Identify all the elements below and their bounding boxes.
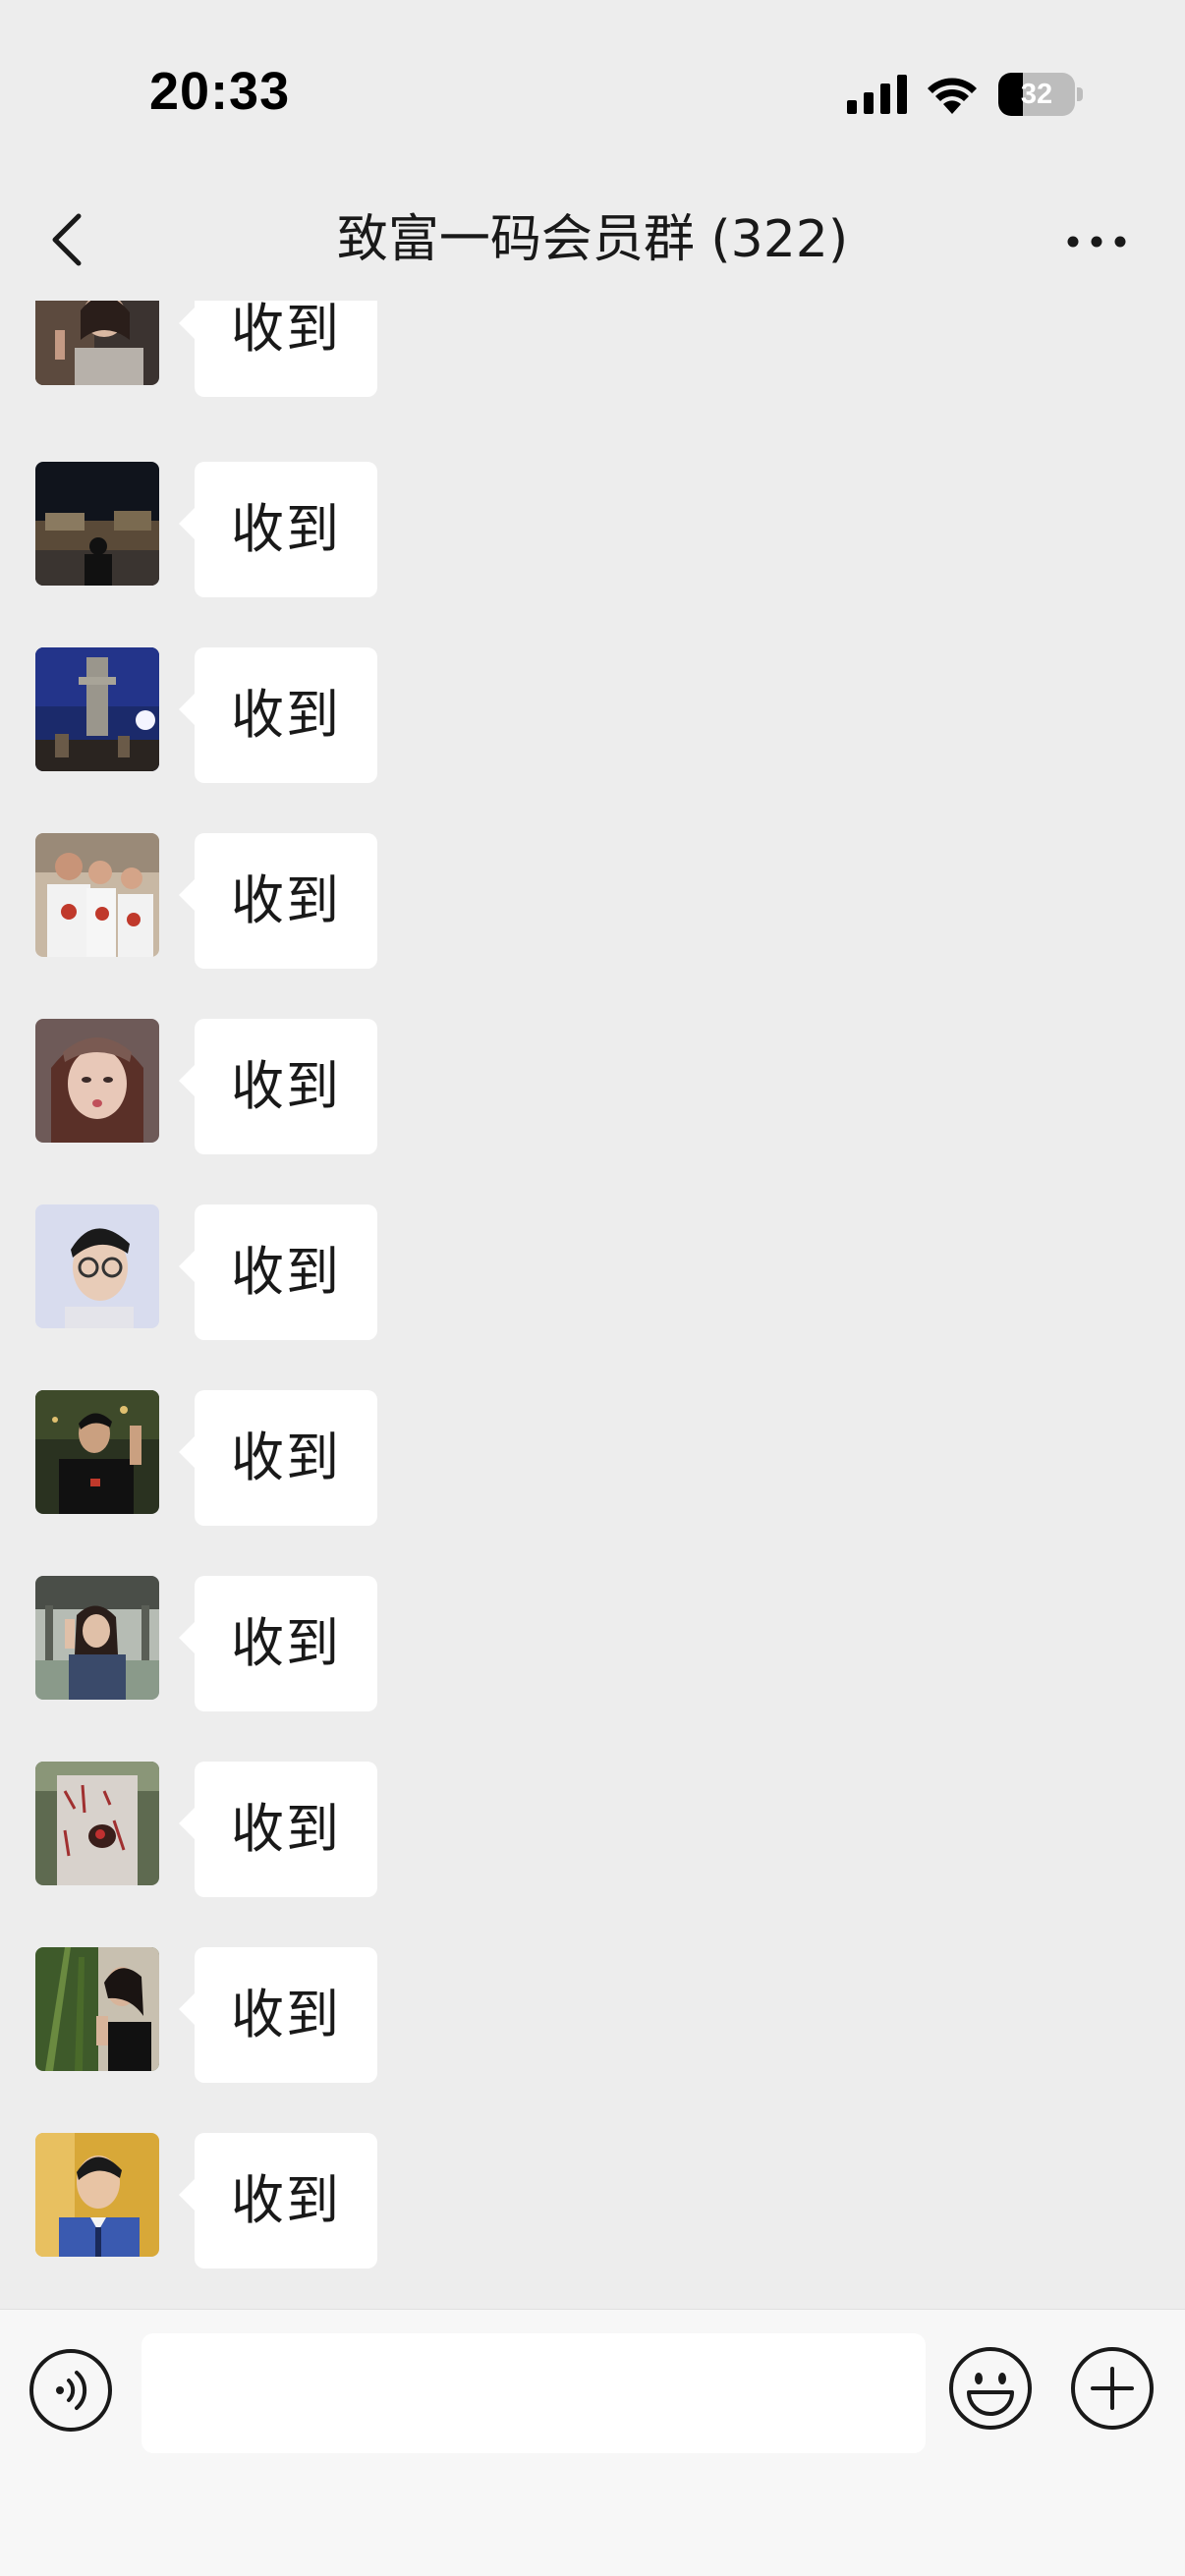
message-row: 收到 bbox=[0, 1762, 1185, 1899]
avatar[interactable] bbox=[35, 647, 159, 771]
chat-title: 致富一码会员群 (322) bbox=[336, 210, 849, 269]
back-button[interactable] bbox=[39, 200, 98, 279]
battery-icon: 32 bbox=[998, 73, 1083, 116]
message-text: 收到 bbox=[231, 1612, 341, 1674]
status-bar: 20:33 32 bbox=[0, 0, 1185, 187]
avatar[interactable] bbox=[35, 1576, 159, 1700]
message-bubble[interactable]: 收到 bbox=[179, 1947, 377, 2083]
message-text: 收到 bbox=[231, 1798, 341, 1860]
message-text: 收到 bbox=[231, 1055, 341, 1117]
message-input[interactable] bbox=[141, 2333, 926, 2453]
emoji-icon[interactable] bbox=[947, 2345, 1034, 2432]
message-text: 收到 bbox=[231, 301, 341, 360]
plus-circle-icon[interactable] bbox=[1069, 2345, 1156, 2432]
message-bubble[interactable]: 收到 bbox=[179, 1576, 377, 1711]
message-bubble[interactable]: 收到 bbox=[179, 833, 377, 969]
voice-icon[interactable] bbox=[28, 2347, 114, 2434]
message-bubble[interactable]: 收到 bbox=[179, 2133, 377, 2268]
avatar[interactable] bbox=[35, 301, 159, 385]
message-row: 收到 bbox=[0, 1204, 1185, 1342]
status-time: 20:33 bbox=[149, 62, 291, 121]
message-text: 收到 bbox=[231, 869, 341, 931]
message-bubble[interactable]: 收到 bbox=[179, 1019, 377, 1154]
input-bar bbox=[0, 2309, 1185, 2576]
message-text: 收到 bbox=[231, 1241, 341, 1303]
message-row: 收到 bbox=[0, 462, 1185, 599]
avatar[interactable] bbox=[35, 2133, 159, 2257]
message-row: 收到 bbox=[0, 1576, 1185, 1713]
message-row: 收到 bbox=[0, 1019, 1185, 1156]
message-bubble[interactable]: 收到 bbox=[179, 1204, 377, 1340]
avatar[interactable] bbox=[35, 833, 159, 957]
message-bubble[interactable]: 收到 bbox=[179, 1390, 377, 1526]
message-bubble[interactable]: 收到 bbox=[179, 647, 377, 783]
message-list[interactable]: 收到 收到 收到 收到 收到 收到 收到 收到 收到 收到 收到 bbox=[0, 301, 1185, 2309]
message-row: 收到 bbox=[0, 1390, 1185, 1528]
message-row: 收到 bbox=[0, 1947, 1185, 2085]
message-text: 收到 bbox=[231, 1984, 341, 2045]
message-row: 收到 bbox=[0, 647, 1185, 785]
chat-screen: 20:33 32 致富一码会员群 (322) 收到 收到 收到 收到 收到 收到… bbox=[0, 0, 1185, 2576]
battery-level: 32 bbox=[1020, 79, 1053, 110]
message-row: 收到 bbox=[0, 2133, 1185, 2270]
avatar[interactable] bbox=[35, 462, 159, 586]
message-text: 收到 bbox=[231, 684, 341, 746]
more-dots-icon[interactable] bbox=[1057, 212, 1136, 271]
nav-bar: 致富一码会员群 (322) bbox=[0, 187, 1185, 301]
avatar[interactable] bbox=[35, 1762, 159, 1885]
message-bubble[interactable]: 收到 bbox=[179, 301, 377, 397]
message-bubble[interactable]: 收到 bbox=[179, 462, 377, 597]
avatar[interactable] bbox=[35, 1390, 159, 1514]
message-text: 收到 bbox=[231, 1427, 341, 1488]
avatar[interactable] bbox=[35, 1204, 159, 1328]
wifi-icon bbox=[928, 78, 977, 114]
avatar[interactable] bbox=[35, 1947, 159, 2071]
message-bubble[interactable]: 收到 bbox=[179, 1762, 377, 1897]
message-row: 收到 bbox=[0, 833, 1185, 971]
message-row: 收到 bbox=[0, 301, 1185, 399]
message-text: 收到 bbox=[231, 498, 341, 560]
message-text: 收到 bbox=[231, 2169, 341, 2231]
avatar[interactable] bbox=[35, 1019, 159, 1143]
signal-icon bbox=[847, 75, 907, 114]
